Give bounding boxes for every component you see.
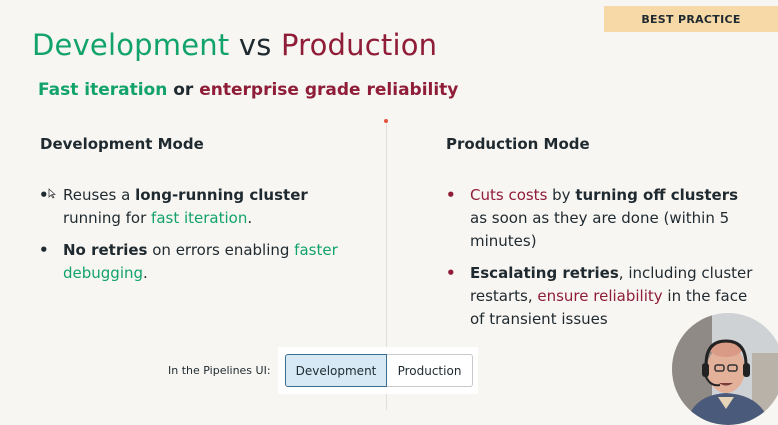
bullet-text: . — [143, 264, 148, 282]
list-item: Reuses a long-running cluster running fo… — [39, 184, 369, 230]
list-item: No retries on errors enabling faster deb… — [39, 239, 369, 285]
presenter-avatar-image — [672, 313, 778, 425]
presenter-webcam — [672, 313, 778, 425]
title-development: Development — [32, 28, 230, 62]
mouse-cursor-icon — [48, 188, 56, 199]
divider-dot — [384, 119, 388, 123]
bullet-highlight: ensure reliability — [537, 287, 663, 305]
bullet-emphasis: turning off clusters — [575, 186, 739, 204]
bullet-text: . — [247, 209, 253, 227]
bullet-text: Reuses a — [63, 186, 136, 204]
bullet-text: by — [547, 186, 576, 204]
bullet-highlight: fast iteration — [151, 209, 248, 227]
pipeline-mode-toggle: Development Production — [278, 347, 478, 394]
pipelines-ui-label: In the Pipelines UI: — [168, 364, 271, 377]
development-bullet-list: Reuses a long-running cluster running fo… — [39, 184, 369, 294]
subtitle-fast-iteration: Fast iteration — [38, 80, 168, 100]
title-production: Production — [280, 28, 438, 62]
development-mode-heading: Development Mode — [40, 135, 204, 153]
development-mode-button[interactable]: Development — [285, 354, 387, 387]
slide-subtitle: Fast iteration or enterprise grade relia… — [38, 80, 458, 100]
bullet-text: as soon as they are done (within 5 minut… — [470, 209, 730, 250]
best-practice-badge: BEST PRACTICE — [604, 6, 778, 32]
bullet-emphasis: No retries — [63, 241, 148, 259]
bullet-highlight: Cuts costs — [470, 186, 548, 204]
subtitle-reliability: enterprise grade reliability — [199, 80, 459, 100]
bullet-emphasis: Escalating retries — [470, 264, 619, 282]
bullet-emphasis: long-running cluster — [135, 186, 308, 204]
badge-label: BEST PRACTICE — [641, 12, 741, 26]
slide-title: Development vs Production — [32, 28, 437, 62]
production-mode-heading: Production Mode — [446, 135, 590, 153]
bullet-text: on errors enabling — [147, 241, 295, 259]
bullet-text: running for — [63, 209, 152, 227]
list-item: Cuts costs by turning off clusters as so… — [446, 184, 756, 253]
production-mode-button[interactable]: Production — [387, 354, 473, 387]
subtitle-or: or — [167, 80, 200, 100]
title-vs: vs — [229, 28, 281, 62]
